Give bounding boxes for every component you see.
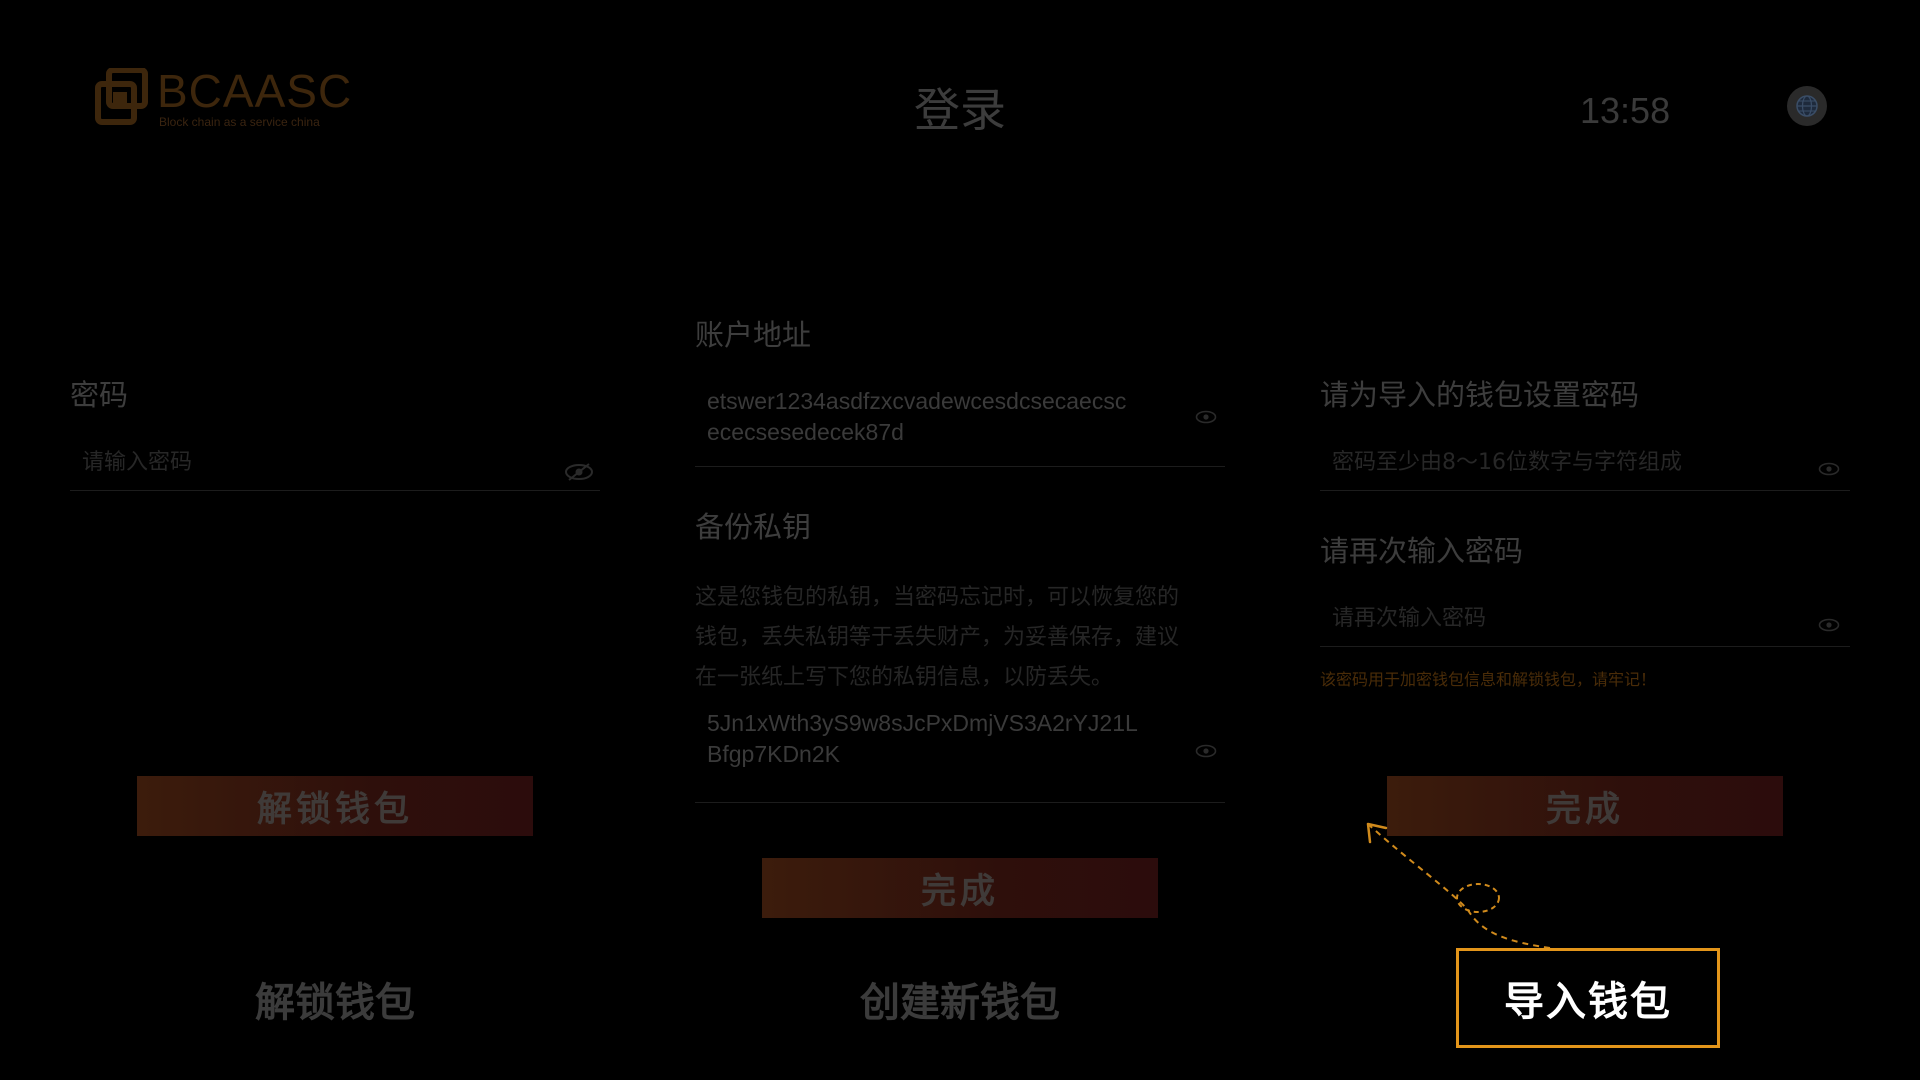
account-address-label: 账户地址: [695, 318, 812, 352]
eye-icon[interactable]: [1195, 744, 1217, 758]
confirm-password-field[interactable]: 请再次输入密码: [1320, 588, 1850, 647]
eye-icon[interactable]: [1818, 462, 1840, 476]
login-screen: BCAASC Block chain as a service china 登录…: [0, 0, 1920, 1080]
confirm-password-label: 请再次输入密码: [1320, 534, 1524, 568]
private-key-desc-line1: 这是您钱包的私钥，当密码忘记时，可以恢复您的: [695, 585, 1180, 610]
backup-private-key-label: 备份私钥: [695, 510, 812, 544]
password-label: 密码: [70, 378, 129, 412]
tab-import-wallet[interactable]: 导入钱包: [1456, 948, 1720, 1048]
eye-icon[interactable]: [1818, 618, 1840, 632]
password-hint: 该密码用于加密钱包信息和解锁钱包，请牢记！: [1320, 670, 1657, 689]
tab-create-wallet[interactable]: 创建新钱包: [840, 970, 1080, 1028]
account-address-line1: etswer1234asdfzxcvadewcesdcsecaecsc: [707, 388, 1127, 414]
set-password-field[interactable]: 密码至少由8～16位数字与字符组成: [1320, 432, 1850, 491]
clock-time: 13:58: [1580, 90, 1671, 131]
eye-icon[interactable]: [1195, 410, 1217, 424]
account-address-field[interactable]: etswer1234asdfzxcvadewcesdcsecaecsc ecec…: [695, 380, 1225, 467]
guide-arrow-icon: [1366, 822, 1551, 949]
private-key-desc-line2: 钱包，丢失私钥等于丢失财产，为妥善保存，建议: [695, 625, 1180, 650]
tab-unlock-wallet[interactable]: 解锁钱包: [237, 970, 433, 1028]
unlock-wallet-button[interactable]: 解锁钱包: [137, 776, 533, 836]
eye-hidden-icon[interactable]: [564, 462, 594, 482]
set-password-placeholder: 密码至少由8～16位数字与字符组成: [1332, 450, 1682, 475]
private-key-description: 这是您钱包的私钥，当密码忘记时，可以恢复您的 钱包，丢失私钥等于丢失财产，为妥善…: [695, 578, 1179, 698]
private-key-line2: Bfgp7KDn2K: [707, 741, 840, 767]
private-key-line1: 5Jn1xWth3yS9w8sJcPxDmjVS3A2rYJ21L: [707, 710, 1138, 736]
private-key-desc-line3: 在一张纸上写下您的私钥信息，以防丢失。: [695, 665, 1114, 690]
confirm-password-placeholder: 请再次输入密码: [1332, 606, 1487, 631]
create-done-button[interactable]: 完成: [762, 858, 1158, 918]
account-address-line2: ececsesedecek87d: [707, 419, 904, 445]
password-field[interactable]: 请输入密码: [70, 432, 600, 491]
password-placeholder: 请输入密码: [82, 450, 193, 475]
set-password-label: 请为导入的钱包设置密码: [1320, 378, 1640, 412]
globe-icon: [1796, 95, 1818, 117]
private-key-field[interactable]: 5Jn1xWth3yS9w8sJcPxDmjVS3A2rYJ21L Bfgp7K…: [695, 702, 1225, 803]
language-button[interactable]: [1787, 86, 1827, 126]
